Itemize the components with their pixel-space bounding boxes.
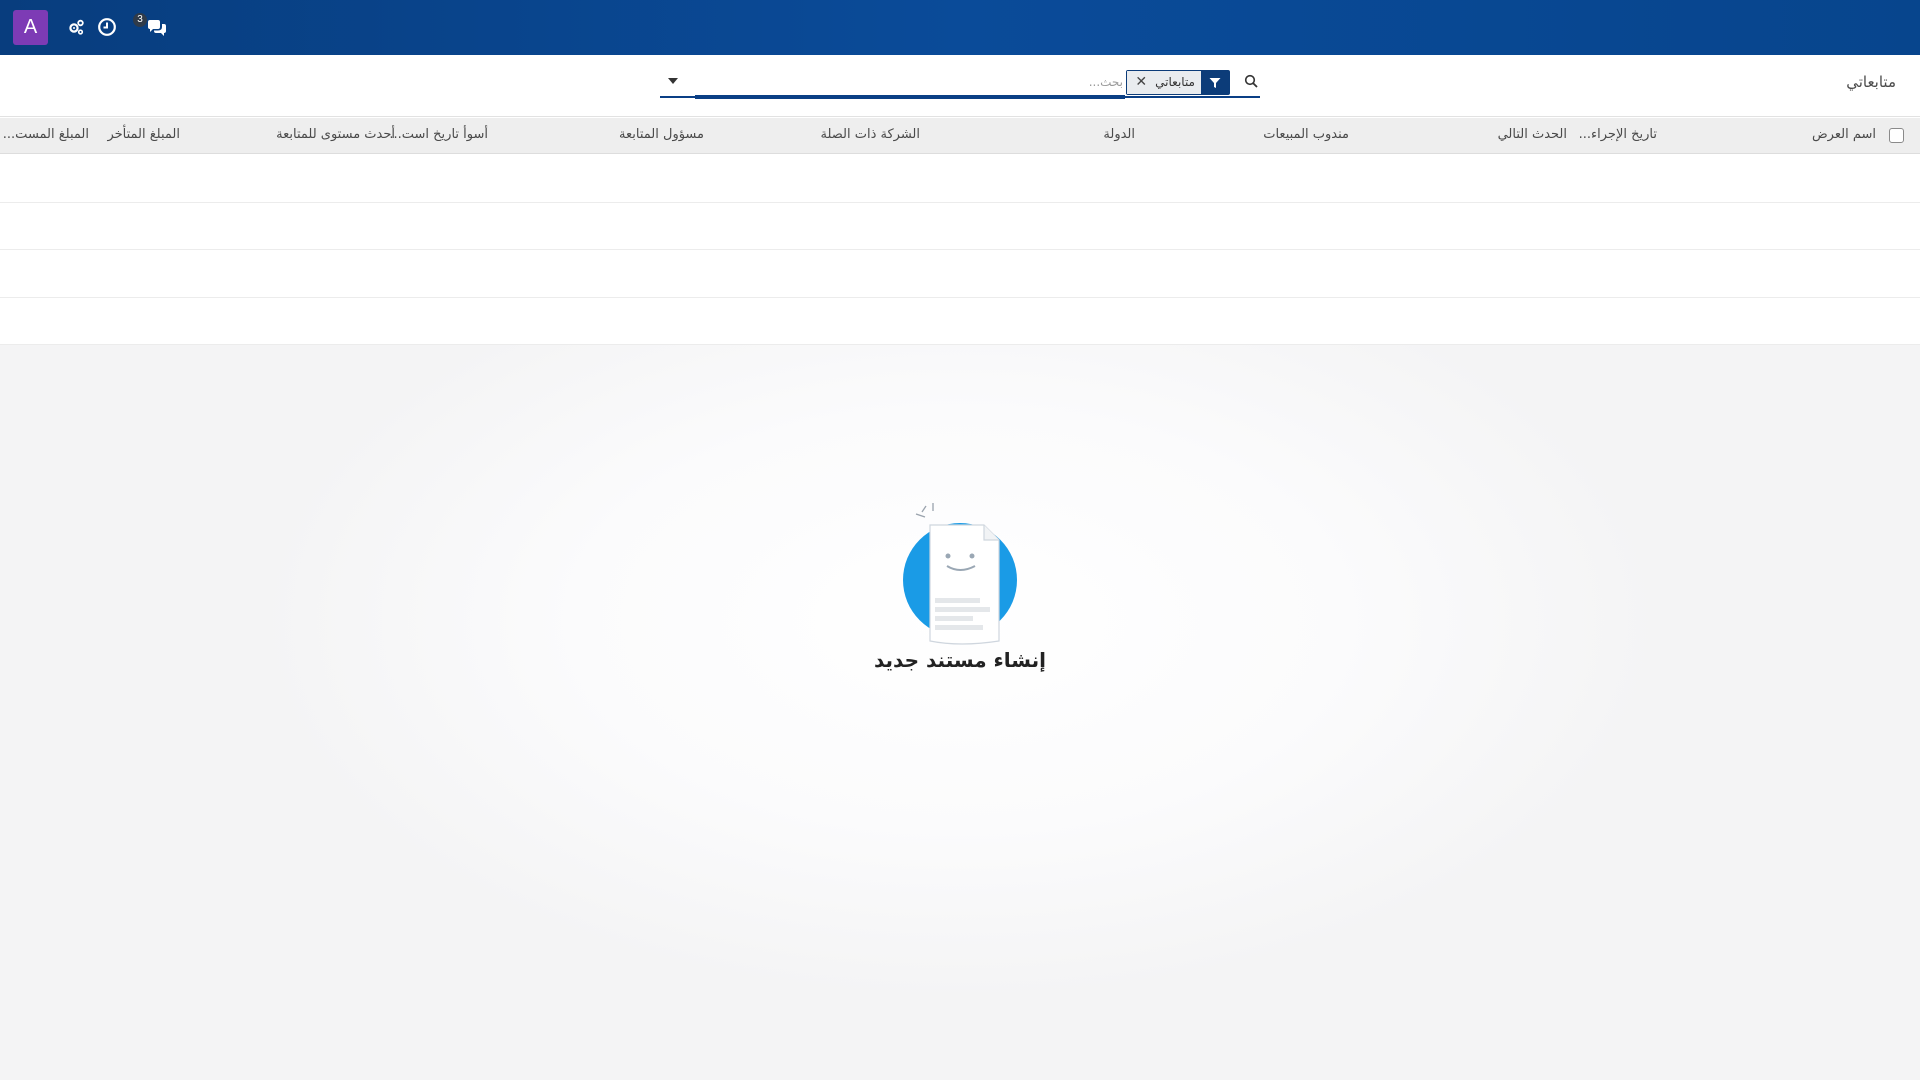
breadcrumb[interactable]: متابعاتي	[1846, 73, 1896, 91]
column-header-next-event[interactable]: الحدث التالي	[1498, 127, 1567, 142]
smiling-document-icon	[903, 503, 1017, 645]
caret-down-icon[interactable]	[668, 78, 678, 84]
column-header-followup-responsible[interactable]: مسؤول المتابعة	[619, 127, 704, 142]
empty-state: إنشاء مستند جديد	[860, 500, 1060, 680]
activity-count-badge: 3	[133, 13, 147, 27]
search-facet: ✕ متابعاتي	[1126, 70, 1230, 95]
column-header-country[interactable]: الدولة	[1103, 127, 1135, 142]
search-bar: ✕ متابعاتي	[660, 68, 1260, 99]
table-row-divider	[0, 202, 1920, 203]
table-row-divider	[0, 249, 1920, 250]
search-icon[interactable]	[1244, 74, 1258, 88]
column-header-display-name[interactable]: اسم العرض	[1812, 127, 1876, 142]
settings-icon[interactable]	[67, 17, 85, 37]
top-navbar: A 3	[0, 0, 1920, 55]
filter-icon	[1201, 71, 1229, 94]
facet-remove-icon[interactable]: ✕	[1135, 71, 1147, 94]
column-header-due-amount[interactable]: المبلغ المست...	[3, 127, 89, 142]
search-input-underline	[695, 95, 1125, 99]
search-facet-value-container: ✕ متابعاتي	[1127, 71, 1201, 94]
chat-icon[interactable]	[146, 18, 168, 38]
table-row-divider	[0, 297, 1920, 298]
table-header: اسم العرض تاريخ الإجراء... الحدث التالي …	[0, 118, 1920, 154]
empty-state-title: إنشاء مستند جديد	[873, 648, 1047, 672]
column-header-worst-due-date[interactable]: أسوأ تاريخ است...	[389, 127, 488, 142]
search-facet-label: متابعاتي	[1155, 75, 1195, 89]
column-header-related-company[interactable]: الشركة ذات الصلة	[820, 127, 920, 142]
control-panel: متابعاتي ✕ متابعاتي	[0, 55, 1920, 117]
column-header-overdue-amount[interactable]: المبلغ المتأخر	[107, 127, 180, 142]
search-input[interactable]	[695, 71, 1125, 93]
empty-state-background	[0, 345, 1920, 1080]
column-header-action-date[interactable]: تاريخ الإجراء...	[1579, 127, 1657, 142]
column-header-salesperson[interactable]: مندوب المبيعات	[1263, 127, 1349, 142]
clock-icon[interactable]	[97, 17, 117, 37]
select-all-checkbox[interactable]	[1889, 128, 1904, 143]
column-header-latest-followup-level[interactable]: أحدث مستوى للمتابعة	[276, 127, 395, 142]
user-avatar[interactable]: A	[13, 10, 48, 45]
